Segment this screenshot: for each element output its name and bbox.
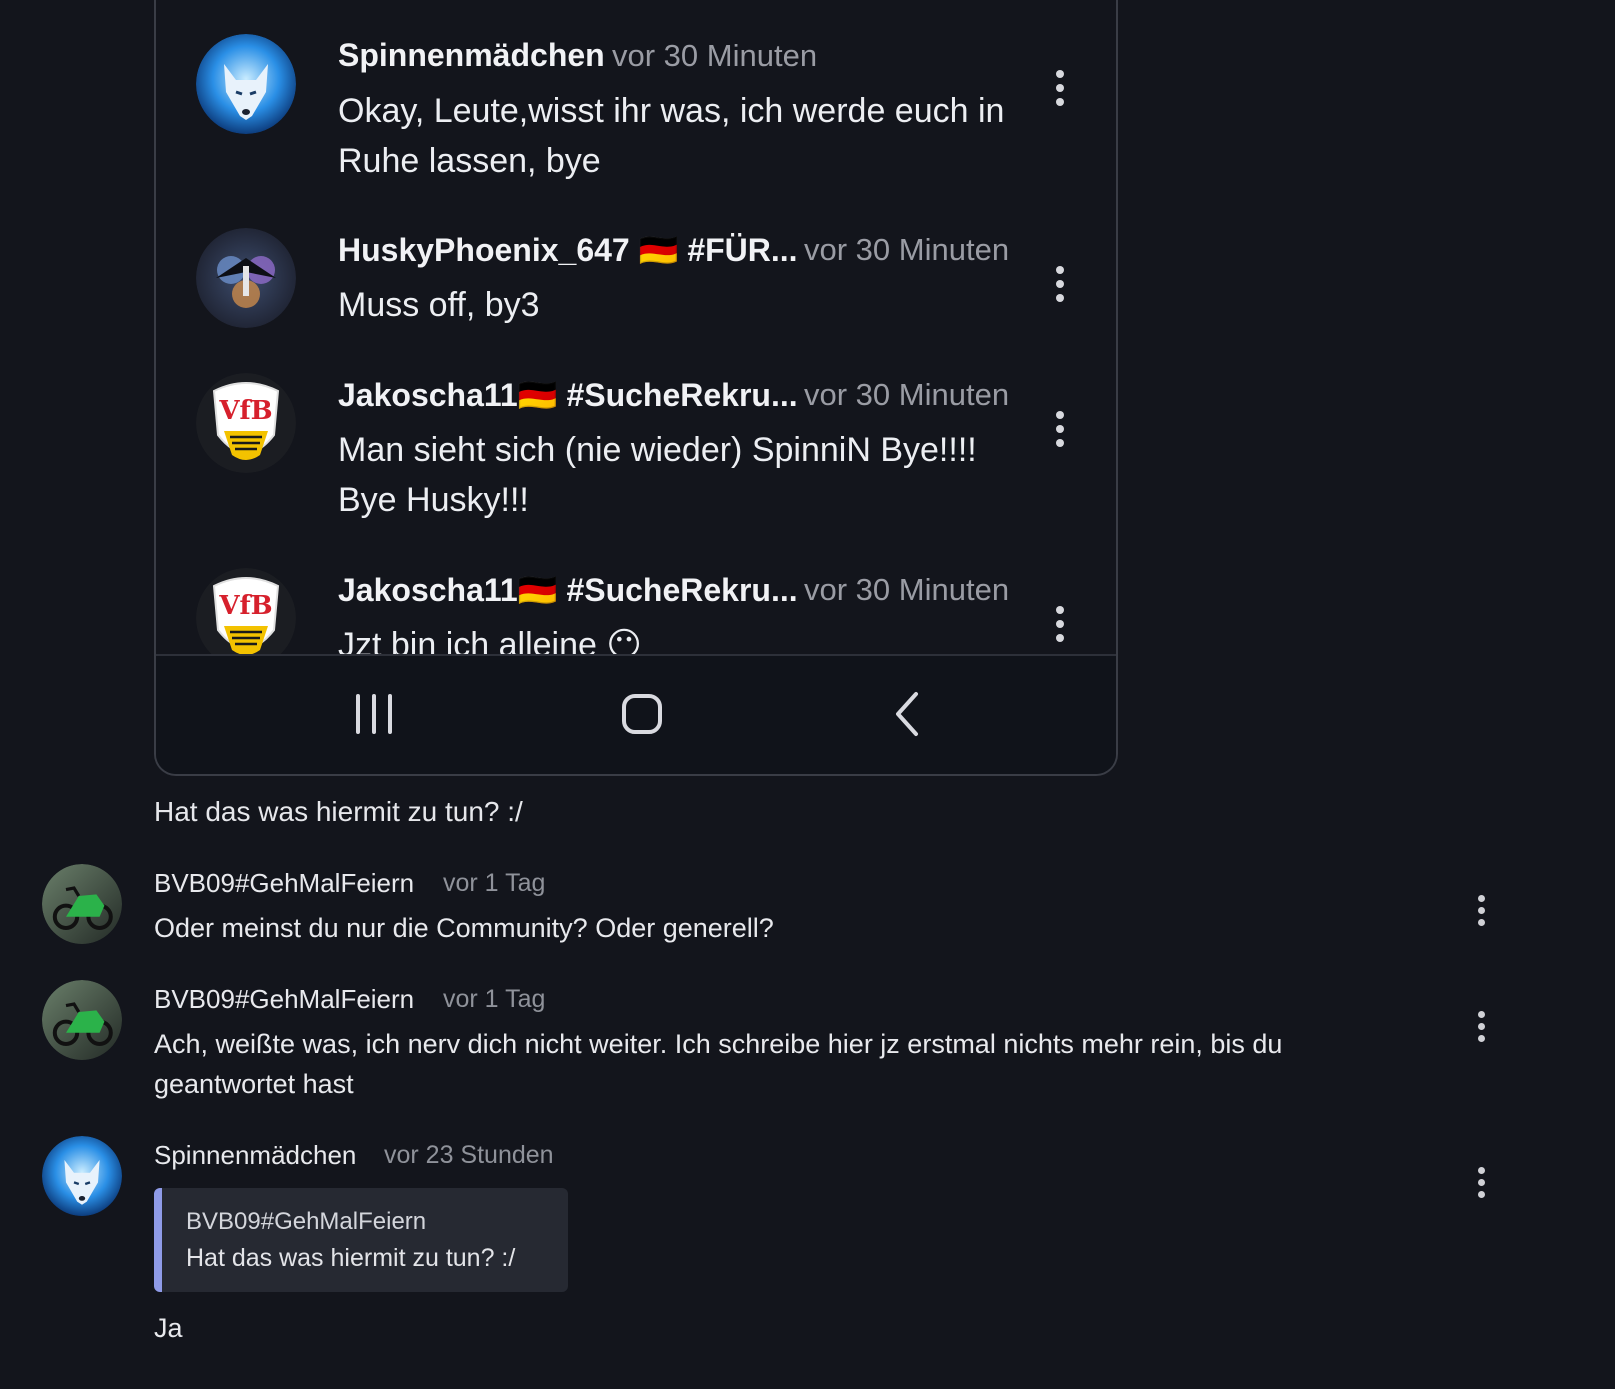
message-text: Muss off, by3: [338, 286, 540, 324]
comment: Spinnenmädchen vor 23 Stunden BVB09#GehM…: [0, 1136, 1615, 1356]
vfb-crest-avatar: [196, 568, 296, 654]
message-author: HuskyPhoenix_647 🇩🇪 #FÜR...: [338, 232, 798, 268]
more-options-icon: [1048, 604, 1072, 644]
comment-time: vor 1 Tag: [443, 985, 546, 1013]
motorcycle-avatar[interactable]: [42, 864, 122, 944]
quote-author: BVB09#GehMalFeiern: [186, 1208, 427, 1235]
message-text: Okay, Leute,wisst ihr was, ich werde euc…: [338, 92, 1005, 180]
vfb-crest-avatar: [196, 373, 296, 473]
message-text: Man sieht sich (nie wieder) SpinniN Bye!…: [338, 431, 977, 519]
message-author: Spinnenmädchen: [338, 37, 605, 73]
embedded-message: Spinnenmädchen vor 30 Minuten Okay, Leut…: [156, 0, 1116, 200]
embedded-message: Jakoscha11🇩🇪 #SucheRekru... vor 30 Minut…: [156, 339, 1116, 539]
comment-time: vor 1 Tag: [443, 869, 546, 897]
message-time: vor 30 Minuten: [804, 377, 1010, 412]
reply-quote[interactable]: BVB09#GehMalFeiern Hat das was hiermit z…: [154, 1188, 568, 1292]
message-time: vor 30 Minuten: [804, 232, 1010, 267]
image-caption: Hat das was hiermit zu tun? :/: [154, 796, 523, 827]
embedded-message: Jakoscha11🇩🇪 #SucheRekru... vor 30 Minut…: [156, 534, 1116, 654]
phoenix-avatar: [196, 228, 296, 328]
more-options-icon: [1048, 409, 1072, 449]
comment-author[interactable]: Spinnenmädchen: [154, 1140, 356, 1171]
message-text: Jzt bin ich alleine 😶: [338, 626, 642, 654]
message-author: Jakoscha11🇩🇪 #SucheRekru...: [338, 572, 798, 608]
embedded-screenshot: Spinnenmädchen vor 30 Minuten Okay, Leut…: [154, 0, 1118, 776]
comment-text: Ach, weißte was, ich nerv dich nicht wei…: [154, 1029, 1283, 1099]
embedded-message: HuskyPhoenix_647 🇩🇪 #FÜR... vor 30 Minut…: [156, 194, 1116, 334]
recent-apps-icon: [344, 684, 404, 744]
more-options-icon[interactable]: [1472, 894, 1492, 928]
wolf-avatar: [196, 34, 296, 134]
comment: BVB09#GehMalFeiern vor 1 Tag Oder meinst…: [0, 864, 1615, 964]
more-options-icon: [1048, 264, 1072, 304]
comment-time: vor 23 Stunden: [384, 1141, 554, 1169]
more-options-icon[interactable]: [1472, 1010, 1492, 1044]
comment-author[interactable]: BVB09#GehMalFeiern: [154, 868, 414, 899]
comment: BVB09#GehMalFeiern vor 1 Tag Ach, weißte…: [0, 980, 1615, 1110]
quote-text: Hat das was hiermit zu tun? :/: [186, 1244, 516, 1272]
message-author: Jakoscha11🇩🇪 #SucheRekru...: [338, 377, 798, 413]
comment-text: Oder meinst du nur die Community? Oder g…: [154, 913, 774, 943]
comment-text: Ja: [154, 1313, 183, 1343]
message-time: vor 30 Minuten: [612, 38, 818, 73]
more-options-icon[interactable]: [1472, 1166, 1492, 1200]
embedded-chat-feed: Spinnenmädchen vor 30 Minuten Okay, Leut…: [156, 0, 1116, 654]
message-time: vor 30 Minuten: [804, 572, 1010, 607]
comment-author[interactable]: BVB09#GehMalFeiern: [154, 984, 414, 1015]
more-options-icon: [1048, 68, 1072, 108]
back-icon: [878, 684, 938, 744]
android-navigation-bar: [156, 654, 1116, 774]
motorcycle-avatar[interactable]: [42, 980, 122, 1060]
wolf-avatar[interactable]: [42, 1136, 122, 1216]
home-icon: [612, 684, 672, 744]
